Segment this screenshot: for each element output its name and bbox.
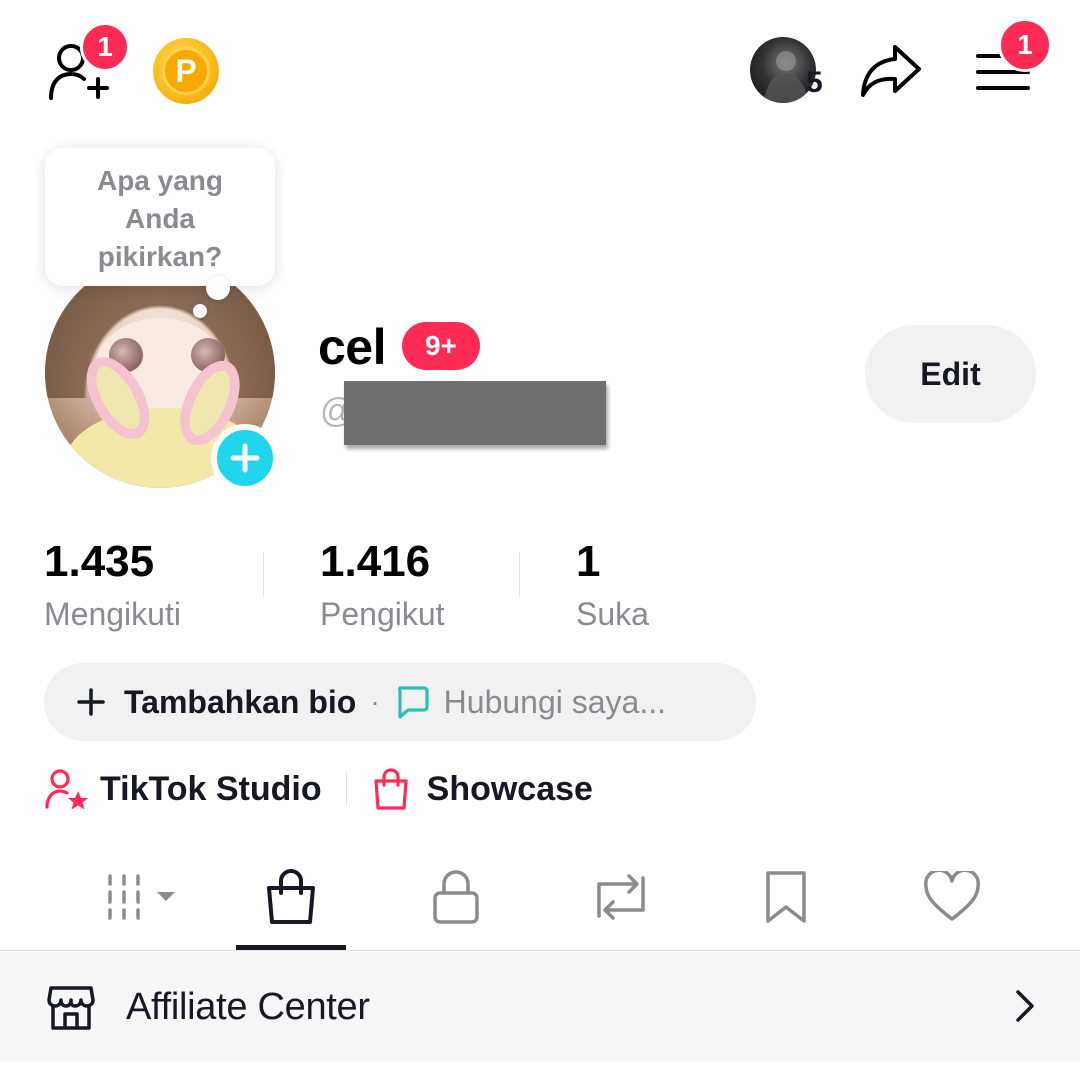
- followers-count: 1.416: [320, 537, 431, 586]
- videos-grid-icon: [108, 874, 140, 920]
- tiktok-studio-button[interactable]: TikTok Studio: [44, 767, 322, 811]
- tab-reposts[interactable]: [571, 862, 671, 932]
- stat-followers[interactable]: 1.416 Pengikut: [320, 536, 445, 636]
- share-arrow-icon: [861, 45, 921, 97]
- profile-username: cel: [318, 319, 387, 375]
- likes-count: 1: [576, 537, 601, 586]
- plus-icon: [77, 688, 105, 716]
- menu-badge: 1: [998, 18, 1052, 72]
- tab-videos[interactable]: [90, 862, 190, 932]
- stat-likes[interactable]: 1 Suka: [576, 536, 649, 636]
- thought-bubble-prompt[interactable]: Apa yang Anda pikirkan?: [45, 148, 275, 286]
- add-story-button[interactable]: [211, 424, 279, 492]
- chevron-down-icon: [157, 892, 175, 901]
- user-star-icon: [45, 769, 88, 810]
- following-label: Mengikuti: [44, 596, 181, 632]
- accounts-count: 5: [806, 66, 823, 99]
- chat-bubble-icon: [397, 686, 429, 719]
- repost-icon: [597, 874, 645, 920]
- notification-badge[interactable]: 9+: [402, 322, 480, 370]
- stat-following[interactable]: 1.435 Mengikuti: [44, 536, 181, 636]
- affiliate-center-label: Affiliate Center: [126, 985, 370, 1028]
- stat-divider: [263, 552, 264, 596]
- lock-icon: [433, 870, 479, 924]
- tab-favorites[interactable]: [736, 862, 836, 932]
- affiliate-center-row[interactable]: Affiliate Center: [0, 952, 1080, 1062]
- coin-icon: P: [162, 47, 210, 95]
- coins-button[interactable]: P: [153, 38, 219, 104]
- tab-private[interactable]: [406, 862, 506, 932]
- tiktok-studio-label: TikTok Studio: [100, 769, 322, 808]
- shopping-bag-icon: [374, 768, 408, 810]
- creator-shortcuts: TikTok Studio Showcase: [44, 762, 593, 816]
- shop-bag-icon: [267, 869, 315, 924]
- likes-label: Suka: [576, 596, 649, 632]
- tooltip-line-2: Anda: [125, 203, 195, 234]
- share-profile-button[interactable]: [858, 42, 924, 100]
- bio-pill[interactable]: Tambahkan bio · Hubungi saya...: [44, 663, 756, 741]
- edit-profile-button[interactable]: Edit: [865, 325, 1036, 423]
- add-friends-badge: 1: [80, 22, 130, 72]
- bubble-tail-small: [193, 304, 207, 318]
- following-count: 1.435: [44, 537, 155, 586]
- stat-divider: [519, 552, 520, 596]
- add-bio-button[interactable]: Tambahkan bio: [76, 684, 356, 721]
- plus-icon: [230, 443, 260, 473]
- bookmark-icon: [766, 871, 806, 923]
- contact-me-button[interactable]: Hubungi saya...: [394, 684, 666, 721]
- heart-icon: [924, 871, 980, 921]
- add-friends-button[interactable]: 1: [42, 22, 130, 104]
- bubble-tail-large: [206, 276, 230, 300]
- tooltip-line-1: Apa yang: [96, 165, 224, 196]
- handle-redacted: [344, 381, 606, 445]
- store-icon: [47, 986, 95, 1030]
- showcase-label: Showcase: [426, 769, 593, 808]
- shortcut-divider: [345, 772, 347, 806]
- tab-liked[interactable]: [902, 862, 1002, 932]
- tabs-divider: [0, 950, 1080, 951]
- followers-label: Pengikut: [320, 596, 445, 632]
- tooltip-line-3: pikirkan?: [97, 241, 223, 272]
- contact-me-label: Hubungi saya...: [443, 683, 667, 720]
- showcase-button[interactable]: Showcase: [371, 767, 593, 811]
- tab-shop[interactable]: [241, 862, 341, 932]
- menu-button[interactable]: 1: [974, 18, 1052, 96]
- chevron-right-icon: [1016, 990, 1034, 1022]
- add-bio-label: Tambahkan bio: [124, 683, 357, 720]
- bio-separator: ·: [370, 686, 380, 717]
